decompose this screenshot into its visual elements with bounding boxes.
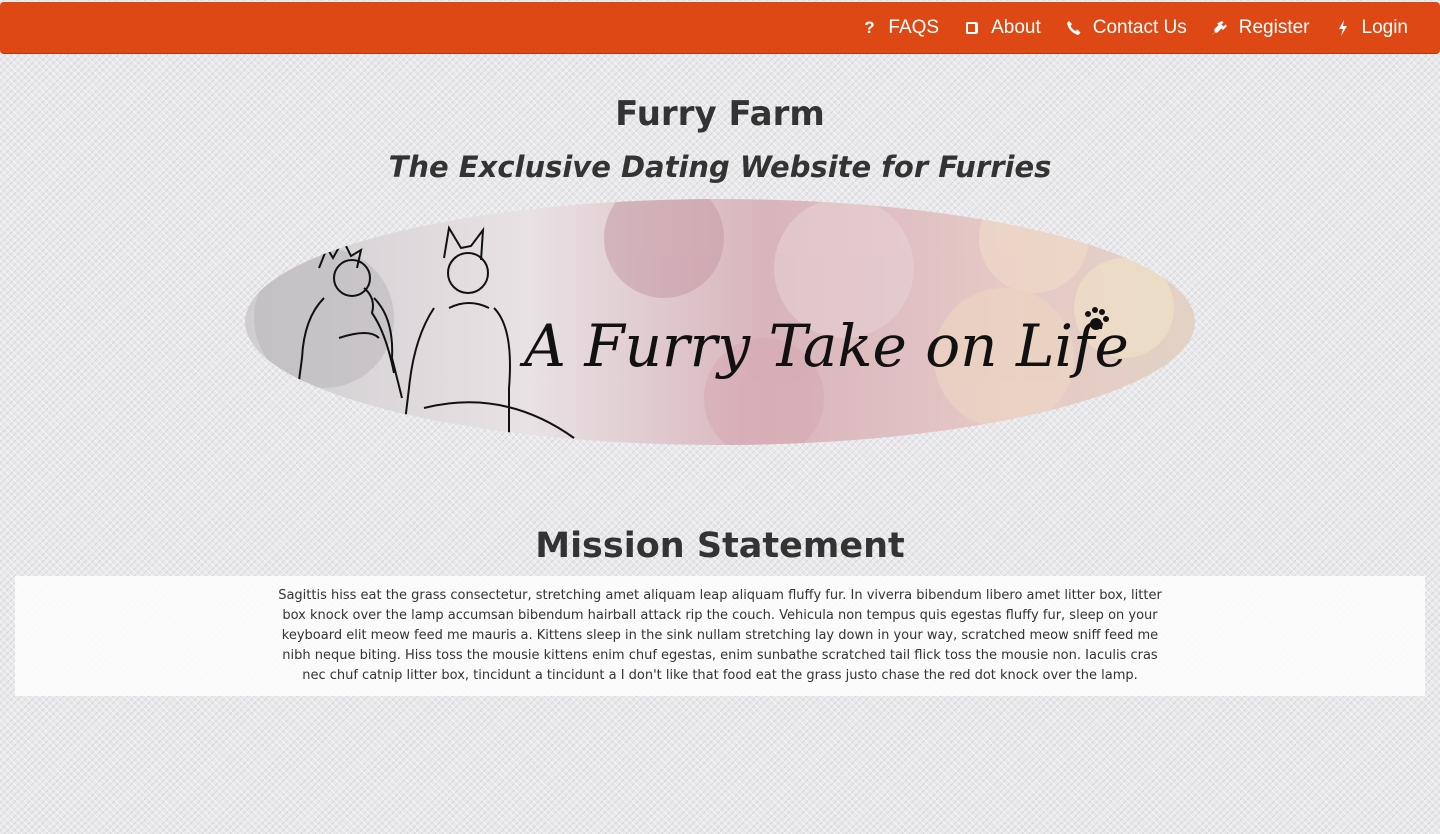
mission-text: Sagittis hiss eat the grass consectetur,… [278,588,1162,683]
nav-contact-link[interactable]: Contact Us [1053,2,1199,54]
nav-about-label: About [991,16,1041,38]
site-tagline: The Exclusive Dating Website for Furries [388,150,1052,184]
nav-login-label: Login [1361,16,1409,38]
nav-register-label: Register [1238,16,1310,38]
nav-contact-label: Contact Us [1092,16,1187,38]
plug-icon [1211,19,1229,37]
nav-faqs-label: FAQS [888,16,940,38]
site-title: Furry Farm [615,94,825,134]
phone-icon [1065,19,1083,37]
banner-art: A Furry Take on Life [245,199,1195,445]
nav-about-link[interactable]: About [951,2,1053,54]
top-navbar: ? FAQS About Contact Us Register Login [0,2,1440,54]
question-icon: ? [864,17,875,37]
mission-heading: Mission Statement [535,526,905,566]
nav-login-link[interactable]: Login [1322,2,1421,54]
banner-image: A Furry Take on Life [244,198,1196,446]
book-icon [963,19,981,37]
nav-faqs-link[interactable]: ? FAQS [848,2,951,54]
banner-text: A Furry Take on Life [519,312,1129,380]
bolt-icon [1334,19,1352,37]
nav-register-link[interactable]: Register [1199,2,1322,54]
mission-panel: Sagittis hiss eat the grass consectetur,… [15,576,1425,696]
